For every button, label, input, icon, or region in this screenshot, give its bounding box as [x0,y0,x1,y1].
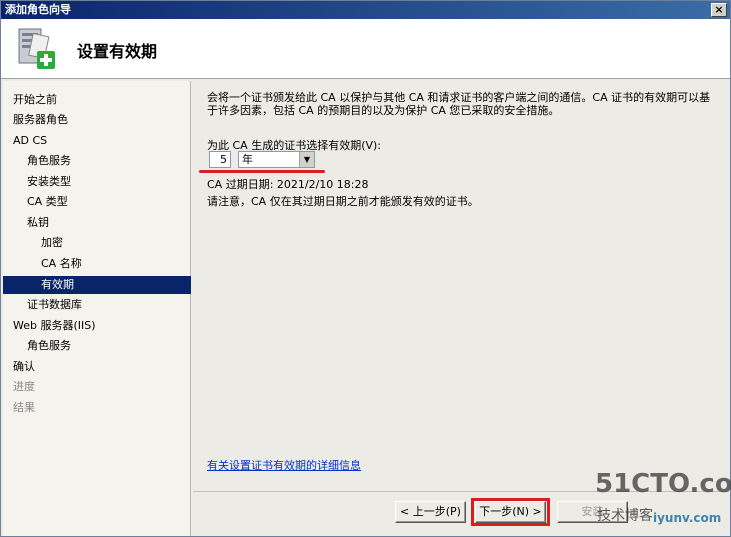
watermark-subtitle: 技术博客 [597,508,653,524]
sidebar-item-server-roles[interactable]: 服务器角色 [13,111,189,129]
wizard-content: 会将一个证书颁发给此 CA 以保护与其他 CA 和请求证书的客户端之间的通信。C… [193,81,729,491]
wizard-header: 设置有效期 [1,19,730,79]
validity-description: 会将一个证书颁发给此 CA 以保护与其他 CA 和请求证书的客户端之间的通信。C… [207,91,711,117]
next-button[interactable]: 下一步(N) > [475,501,546,523]
sidebar-item-web-server-iis[interactable]: Web 服务器(IIS) [13,317,189,335]
page-title: 设置有效期 [77,42,158,61]
sidebar-item-ca-name[interactable]: CA 名称 [41,255,189,273]
sidebar-item-cryptography[interactable]: 加密 [41,234,189,252]
sidebar-item-iis-role-services[interactable]: 角色服务 [27,337,189,355]
watermark: 51CTO.com 技术博客 iyunv.com [591,469,731,535]
sidebar-item-private-key[interactable]: 私钥 [27,214,189,232]
validity-unit-select[interactable]: 年 ▼ [238,151,315,168]
more-info-link[interactable]: 有关设置证书有效期的详细信息 [207,457,361,473]
validity-note: 请注意，CA 仅在其过期日期之前才能颁发有效的证书。 [207,195,479,208]
sidebar-item-ad-cs[interactable]: AD CS [13,132,189,150]
back-button[interactable]: < 上一步(P) [395,501,466,523]
title-bar[interactable]: 添加角色向导 × [1,1,730,19]
ca-expiry-date: CA 过期日期: 2021/2/10 18:28 [207,178,369,191]
sidebar-item-ca-type[interactable]: CA 类型 [27,193,189,211]
sidebar-item-before-you-begin[interactable]: 开始之前 [13,91,189,109]
window-title: 添加角色向导 [5,3,71,16]
sidebar-item-certificate-database[interactable]: 证书数据库 [27,296,189,314]
chevron-down-icon[interactable]: ▼ [299,152,314,167]
sidebar-item-confirmation[interactable]: 确认 [13,358,189,376]
validity-unit-value: 年 [242,153,253,166]
server-add-icon [18,28,55,69]
sidebar-item-results: 结果 [13,401,35,414]
watermark-logo-text: 51CTO.com [595,469,731,499]
sidebar-item-role-services[interactable]: 角色服务 [27,152,189,170]
highlight-underline [199,170,325,173]
wizard-window: 添加角色向导 × 设置有效期 开始之前 服务器角色 AD CS 角色服务 安装类… [0,0,731,537]
sidebar-item-validity-period[interactable]: 有效期 [3,276,191,294]
watermark-site: iyunv.com [653,511,722,525]
wizard-sidebar: 开始之前 服务器角色 AD CS 角色服务 安装类型 CA 类型 私钥 加密 C… [3,81,191,536]
sidebar-item-progress: 进度 [13,380,35,393]
validity-number-input[interactable]: 5 [209,151,231,168]
close-button[interactable]: × [711,3,727,17]
sidebar-item-setup-type[interactable]: 安装类型 [27,173,189,191]
